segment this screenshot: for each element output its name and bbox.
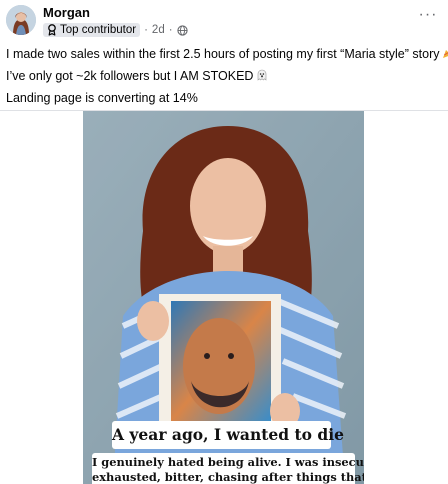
avatar-image [6, 5, 36, 35]
post-line-2: I’ve only got ~2k followers but I AM STO… [6, 65, 442, 87]
meta-separator: · [144, 24, 148, 36]
image-caption-line-1: I genuinely hated being alive. I was ins… [92, 455, 364, 469]
ghost-icon [258, 69, 267, 81]
globe-icon [176, 24, 188, 36]
meta-separator: · [168, 24, 173, 36]
author-avatar[interactable] [6, 5, 36, 35]
facebook-post: Morgan Top contributor · 2d · ··· I made… [0, 0, 448, 484]
top-contributor-badge[interactable]: Top contributor [43, 23, 141, 37]
image-caption-headline: A year ago, I wanted to die [112, 421, 344, 449]
post-timestamp[interactable]: 2d [152, 24, 165, 36]
post-line-3: Landing page is converting at 14% [6, 91, 198, 105]
image-caption-line-2: exhausted, bitter, chasing after things … [92, 469, 364, 484]
author-name[interactable]: Morgan [43, 5, 90, 20]
post-header: Morgan Top contributor · 2d · ··· [0, 0, 448, 40]
post-line-2-text: I’ve only got ~2k followers but I AM STO… [6, 69, 254, 83]
party-popper-icon [443, 50, 448, 58]
more-options-button[interactable]: ··· [416, 4, 440, 26]
post-image[interactable]: A year ago, I wanted to die I genuinely … [83, 111, 364, 484]
badge-label: Top contributor [60, 24, 137, 36]
more-options-icon: ··· [418, 6, 438, 23]
post-meta: Top contributor · 2d · [43, 22, 188, 38]
post-line-1-text: I made two sales within the first 2.5 ho… [6, 47, 440, 61]
image-caption-body: I genuinely hated being alive. I was ins… [92, 453, 364, 484]
post-line-1: I made two sales within the first 2.5 ho… [6, 43, 448, 65]
badge-icon [48, 24, 56, 36]
post-text: I made two sales within the first 2.5 ho… [6, 43, 448, 109]
